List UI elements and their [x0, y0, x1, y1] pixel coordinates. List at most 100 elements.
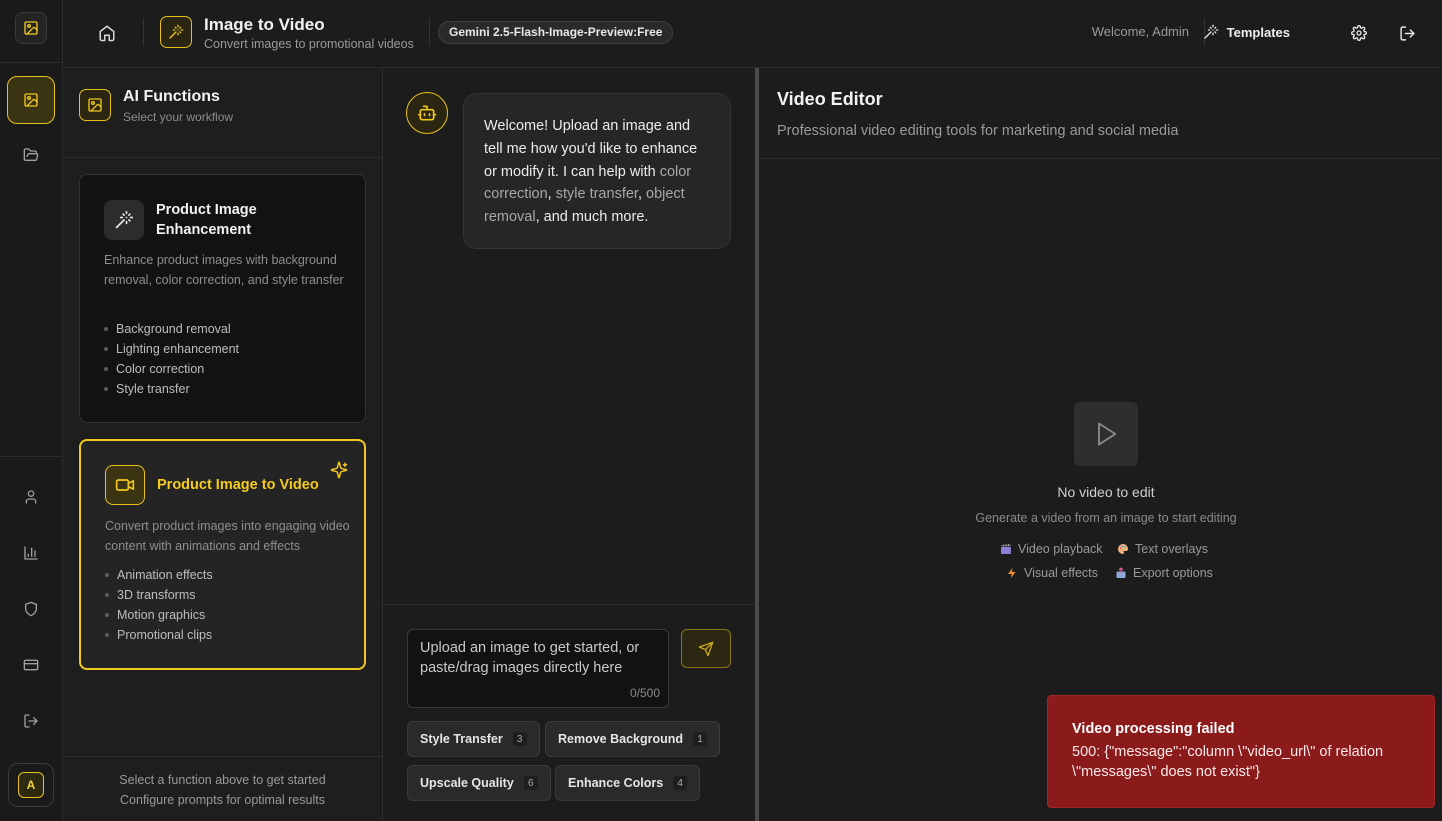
list-item: Animation effects	[105, 565, 213, 585]
chip-count: 1	[693, 732, 708, 746]
home-button[interactable]	[96, 22, 118, 44]
credit-card-icon	[23, 659, 39, 671]
card-feature-list: Background removal Lighting enhancement …	[104, 319, 239, 399]
rail-analytics-button[interactable]	[7, 529, 55, 577]
editor-divider	[759, 158, 1442, 159]
model-badge[interactable]: Gemini 2.5-Flash-Image-Preview:Free	[438, 21, 674, 44]
feature-visual-effects: Visual effects	[1006, 566, 1098, 580]
list-item: Promotional clips	[105, 625, 213, 645]
templates-button[interactable]: Templates	[1203, 19, 1290, 45]
toast-title: Video processing failed	[1072, 721, 1235, 737]
shield-icon	[25, 601, 37, 617]
list-item: Motion graphics	[105, 605, 213, 625]
video-camera-icon	[105, 465, 145, 505]
chip-label: Style Transfer	[420, 732, 503, 746]
error-toast[interactable]: Video processing failed 500: {"message":…	[1047, 695, 1435, 808]
app-logo-icon[interactable]	[15, 12, 47, 44]
templates-label: Templates	[1226, 24, 1290, 40]
rail-billing-button[interactable]	[7, 641, 55, 689]
quick-action-style-transfer[interactable]: Style Transfer 3	[407, 721, 540, 757]
footer-hint: Configure prompts for optimal results	[120, 793, 325, 807]
editor-title: Video Editor	[777, 89, 883, 109]
logout-button[interactable]	[1395, 21, 1419, 45]
welcome-text: Welcome, Admin	[1091, 24, 1189, 39]
send-button[interactable]	[681, 629, 731, 668]
top-header: Image to Video Convert images to promoti…	[63, 0, 1442, 68]
logout-icon	[1399, 25, 1415, 41]
lightning-icon	[1006, 567, 1018, 579]
page-title: Image to Video	[204, 15, 325, 34]
functions-divider	[63, 157, 382, 158]
rail-logout-button[interactable]	[7, 697, 55, 745]
card-description: Enhance product images with background r…	[104, 253, 344, 287]
wand-icon	[104, 200, 144, 240]
assistant-message: Welcome! Upload an image and tell me how…	[463, 93, 731, 249]
page-subtitle: Convert images to promotional videos	[204, 37, 414, 51]
function-card-enhancement[interactable]: Product Image Enhancement Enhance produc…	[79, 174, 366, 423]
functions-footer: Select a function above to get started C…	[63, 770, 382, 810]
toast-message: 500: {"message":"column \"video_url\" of…	[1072, 744, 1384, 780]
list-item: Color correction	[104, 359, 239, 379]
chip-count: 3	[512, 732, 527, 746]
card-feature-list: Animation effects 3D transforms Motion g…	[105, 565, 213, 645]
message-text: ,	[637, 186, 646, 203]
feature-export-options: Export options	[1115, 566, 1213, 580]
left-rail: A	[0, 0, 63, 821]
chat-divider	[383, 604, 755, 605]
chat-panel: Welcome! Upload an image and tell me how…	[383, 68, 755, 821]
functions-subtitle: Select your workflow	[123, 110, 234, 124]
header-separator	[429, 18, 430, 46]
list-item: Lighting enhancement	[104, 339, 239, 359]
list-item: Style transfer	[104, 379, 239, 399]
rail-security-button[interactable]	[7, 585, 55, 633]
quick-action-upscale-quality[interactable]: Upscale Quality 6	[407, 765, 551, 801]
list-item: 3D transforms	[105, 585, 213, 605]
rail-folder-button[interactable]	[7, 131, 55, 179]
card-title: Product Image Enhancement	[156, 202, 257, 238]
char-count: 0/500	[629, 686, 660, 700]
clapper-icon	[1000, 543, 1012, 555]
chip-label: Remove Background	[558, 732, 684, 746]
logout-icon	[24, 714, 38, 728]
ai-functions-panel: AI Functions Select your workflow Produc…	[63, 68, 383, 821]
message-text: , and much more.	[535, 209, 649, 226]
list-item: Background removal	[104, 319, 239, 339]
empty-state-subtitle: Generate a video from an image to start …	[975, 511, 1237, 525]
feature-text-overlays: Text overlays	[1117, 542, 1208, 556]
bar-chart-icon	[24, 546, 38, 560]
function-card-image-to-video[interactable]: Product Image to Video Convert product i…	[79, 439, 366, 670]
chip-count: 4	[673, 776, 688, 790]
sparkles-icon	[330, 461, 348, 479]
palette-icon	[1117, 543, 1129, 555]
message-highlight: style transfer	[555, 186, 638, 203]
feature-label: Export options	[1133, 566, 1213, 580]
rail-divider	[0, 62, 63, 63]
user-avatar-button[interactable]: A	[8, 763, 54, 807]
user-icon	[25, 490, 37, 504]
card-title: Product Image to Video	[157, 477, 319, 493]
functions-footer-divider	[63, 756, 382, 757]
message-text: ,	[547, 186, 556, 203]
feature-video-playback: Video playback	[1000, 542, 1103, 556]
export-icon	[1115, 567, 1127, 579]
avatar: A	[18, 772, 44, 798]
bot-icon	[406, 92, 448, 134]
rail-image-button[interactable]	[7, 76, 55, 124]
rail-divider	[0, 456, 63, 457]
chip-label: Enhance Colors	[568, 776, 664, 790]
wand-icon	[160, 16, 192, 48]
wand-icon	[1203, 24, 1218, 39]
editor-subtitle: Professional video editing tools for mar…	[777, 123, 1179, 139]
quick-action-remove-background[interactable]: Remove Background 1	[545, 721, 721, 757]
send-icon	[698, 641, 714, 656]
folder-open-icon	[23, 148, 39, 161]
header-separator	[143, 18, 144, 46]
rail-user-button[interactable]	[7, 473, 55, 521]
home-icon	[99, 25, 115, 42]
settings-button[interactable]	[1347, 21, 1371, 45]
play-icon	[1074, 402, 1138, 466]
feature-label: Text overlays	[1135, 542, 1208, 556]
quick-action-enhance-colors[interactable]: Enhance Colors 4	[555, 765, 701, 801]
chat-input-box: 0/500	[407, 629, 669, 708]
chip-count: 6	[523, 776, 538, 790]
